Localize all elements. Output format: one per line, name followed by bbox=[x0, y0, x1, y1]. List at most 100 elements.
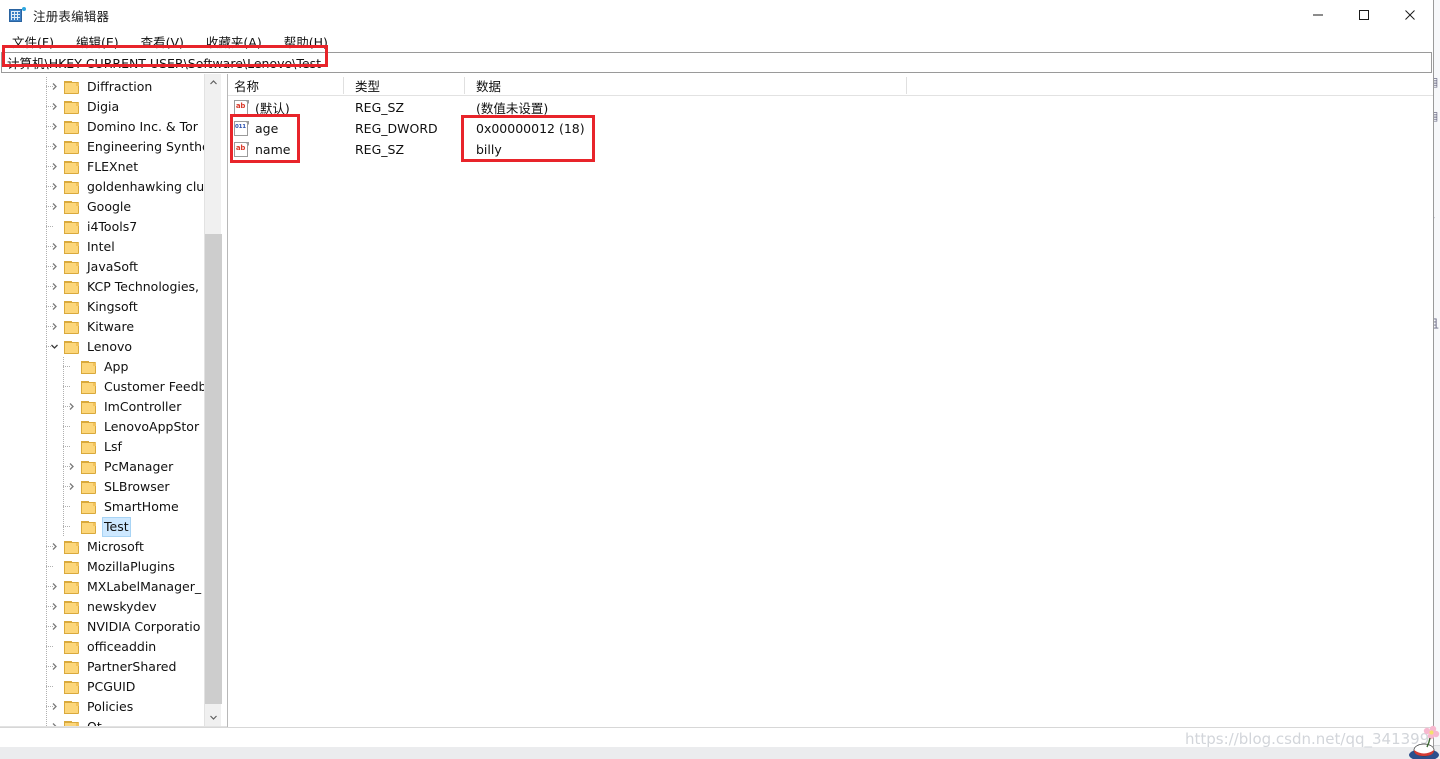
tree-item-pcguid[interactable]: PCGUID bbox=[0, 677, 205, 697]
tree-item-lenovo[interactable]: Lenovo bbox=[0, 337, 205, 357]
scroll-down-button[interactable] bbox=[205, 709, 222, 726]
tree-item-kcp-technologies[interactable]: KCP Technologies, bbox=[0, 277, 205, 297]
folder-icon bbox=[64, 320, 80, 334]
tree-indent-spacer bbox=[0, 337, 46, 357]
tree-item-policies[interactable]: Policies bbox=[0, 697, 205, 717]
column-header-data[interactable]: 数据 bbox=[470, 74, 501, 96]
folder-icon bbox=[64, 680, 80, 694]
maximize-button[interactable] bbox=[1341, 0, 1387, 30]
chevron-right-icon[interactable] bbox=[46, 577, 64, 597]
tree-item-intel[interactable]: Intel bbox=[0, 237, 205, 257]
tree-item-slbrowser[interactable]: SLBrowser bbox=[0, 477, 205, 497]
column-header-type[interactable]: 类型 bbox=[349, 74, 380, 96]
chevron-right-icon[interactable] bbox=[46, 157, 64, 177]
value-row[interactable]: ab (默认) REG_SZ (数值未设置) bbox=[228, 97, 1433, 118]
tree-item-smarthome[interactable]: SmartHome bbox=[0, 497, 205, 517]
tree-item-kitware[interactable]: Kitware bbox=[0, 317, 205, 337]
tree-item-label: Lenovo bbox=[87, 339, 133, 354]
tree-item-label: SLBrowser bbox=[104, 479, 170, 494]
tree-indent-spacer bbox=[0, 77, 46, 97]
tree-item-newskydev[interactable]: newskydev bbox=[0, 597, 205, 617]
tree-item-lsf[interactable]: Lsf bbox=[0, 437, 205, 457]
chevron-right-icon[interactable] bbox=[46, 97, 64, 117]
folder-icon bbox=[64, 180, 80, 194]
chevron-right-icon[interactable] bbox=[46, 237, 64, 257]
tree-item-label: MozillaPlugins bbox=[87, 559, 175, 574]
chevron-right-icon[interactable] bbox=[46, 657, 64, 677]
folder-icon bbox=[64, 160, 80, 174]
tree-item-label: PcManager bbox=[104, 459, 174, 474]
tree-item-domino-inc-tor[interactable]: Domino Inc. & Tor bbox=[0, 117, 205, 137]
tree-item-diffraction[interactable]: Diffraction bbox=[0, 77, 205, 97]
value-row[interactable]: 011 age REG_DWORD 0x00000012 (18) bbox=[228, 118, 1433, 139]
tree-expander-empty bbox=[63, 377, 81, 397]
value-row[interactable]: ab name REG_SZ billy bbox=[228, 139, 1433, 160]
minimize-button[interactable] bbox=[1295, 0, 1341, 30]
tree-item-label: Kingsoft bbox=[87, 299, 138, 314]
menu-view[interactable]: 查看(V) bbox=[141, 32, 184, 51]
chevron-right-icon[interactable] bbox=[46, 597, 64, 617]
tree-item-lenovoappstor[interactable]: LenovoAppStor bbox=[0, 417, 205, 437]
tree-vertical-scrollbar[interactable] bbox=[204, 74, 222, 726]
tree-item-pcmanager[interactable]: PcManager bbox=[0, 457, 205, 477]
tree-vertical-scroll-thumb[interactable] bbox=[205, 234, 222, 704]
menu-help[interactable]: 帮助(H) bbox=[284, 32, 328, 51]
tree-item-engineering-synthe[interactable]: Engineering Synthe bbox=[0, 137, 205, 157]
address-bar[interactable]: 计算机\HKEY CURRENT USER\Software\Lenovo\Te… bbox=[1, 52, 1432, 73]
tree-item-test[interactable]: Test bbox=[0, 517, 205, 537]
tree-item-digia[interactable]: Digia bbox=[0, 97, 205, 117]
tree-item-partnershared[interactable]: PartnerShared bbox=[0, 657, 205, 677]
menu-file[interactable]: 文件(F) bbox=[12, 32, 54, 51]
chevron-right-icon[interactable] bbox=[63, 397, 81, 417]
chevron-right-icon[interactable] bbox=[46, 537, 64, 557]
tree-item-imcontroller[interactable]: ImController bbox=[0, 397, 205, 417]
column-divider[interactable] bbox=[906, 77, 907, 94]
chevron-right-icon[interactable] bbox=[46, 697, 64, 717]
tree-item-microsoft[interactable]: Microsoft bbox=[0, 537, 205, 557]
tree-item-javasoft[interactable]: JavaSoft bbox=[0, 257, 205, 277]
tree-expander-empty bbox=[46, 677, 64, 697]
tree-item-nvidia-corporatio[interactable]: NVIDIA Corporatio bbox=[0, 617, 205, 637]
chevron-right-icon[interactable] bbox=[46, 177, 64, 197]
tree-expander-empty bbox=[46, 637, 64, 657]
chevron-right-icon[interactable] bbox=[46, 77, 64, 97]
chevron-right-icon[interactable] bbox=[46, 297, 64, 317]
column-header-name[interactable]: 名称 bbox=[228, 74, 259, 96]
tree-item-i4tools7[interactable]: i4Tools7 bbox=[0, 217, 205, 237]
registry-values-pane: 名称 类型 数据 ab (默认) REG_SZ (数值未设置) 011 age REG_DW… bbox=[228, 74, 1433, 747]
chevron-down-icon[interactable] bbox=[46, 337, 64, 357]
value-icon-tag: 011 bbox=[235, 124, 246, 130]
tree-item-app[interactable]: App bbox=[0, 357, 205, 377]
tree-item-qt[interactable]: Qt bbox=[0, 717, 205, 726]
tree-item-officeaddin[interactable]: officeaddin bbox=[0, 637, 205, 657]
tree-item-mxlabelmanager[interactable]: MXLabelManager_ bbox=[0, 577, 205, 597]
chevron-right-icon[interactable] bbox=[46, 617, 64, 637]
chevron-right-icon[interactable] bbox=[46, 197, 64, 217]
menu-edit[interactable]: 编辑(E) bbox=[76, 32, 119, 51]
close-button[interactable] bbox=[1387, 0, 1433, 30]
tree-item-flexnet[interactable]: FLEXnet bbox=[0, 157, 205, 177]
tree-indent-spacer bbox=[0, 597, 46, 617]
column-divider[interactable] bbox=[343, 77, 344, 94]
tree-item-goldenhawking-clu[interactable]: goldenhawking clu bbox=[0, 177, 205, 197]
menu-favorites[interactable]: 收藏夹(A) bbox=[206, 32, 262, 51]
column-divider[interactable] bbox=[464, 77, 465, 94]
chevron-right-icon[interactable] bbox=[63, 457, 81, 477]
chevron-right-icon[interactable] bbox=[46, 257, 64, 277]
tree-indent-spacer bbox=[0, 437, 63, 457]
chevron-right-icon[interactable] bbox=[46, 137, 64, 157]
chevron-right-icon[interactable] bbox=[46, 277, 64, 297]
chevron-right-icon[interactable] bbox=[46, 717, 64, 726]
tree-item-google[interactable]: Google bbox=[0, 197, 205, 217]
scroll-up-button[interactable] bbox=[205, 74, 222, 91]
folder-icon bbox=[64, 580, 80, 594]
tree-item-label: i4Tools7 bbox=[87, 219, 138, 234]
chevron-right-icon[interactable] bbox=[46, 117, 64, 137]
tree-indent-spacer bbox=[0, 677, 46, 697]
folder-icon bbox=[81, 460, 97, 474]
tree-item-kingsoft[interactable]: Kingsoft bbox=[0, 297, 205, 317]
tree-item-mozillaplugins[interactable]: MozillaPlugins bbox=[0, 557, 205, 577]
chevron-right-icon[interactable] bbox=[63, 477, 81, 497]
chevron-right-icon[interactable] bbox=[46, 317, 64, 337]
tree-item-customer-feedb[interactable]: Customer Feedb bbox=[0, 377, 205, 397]
